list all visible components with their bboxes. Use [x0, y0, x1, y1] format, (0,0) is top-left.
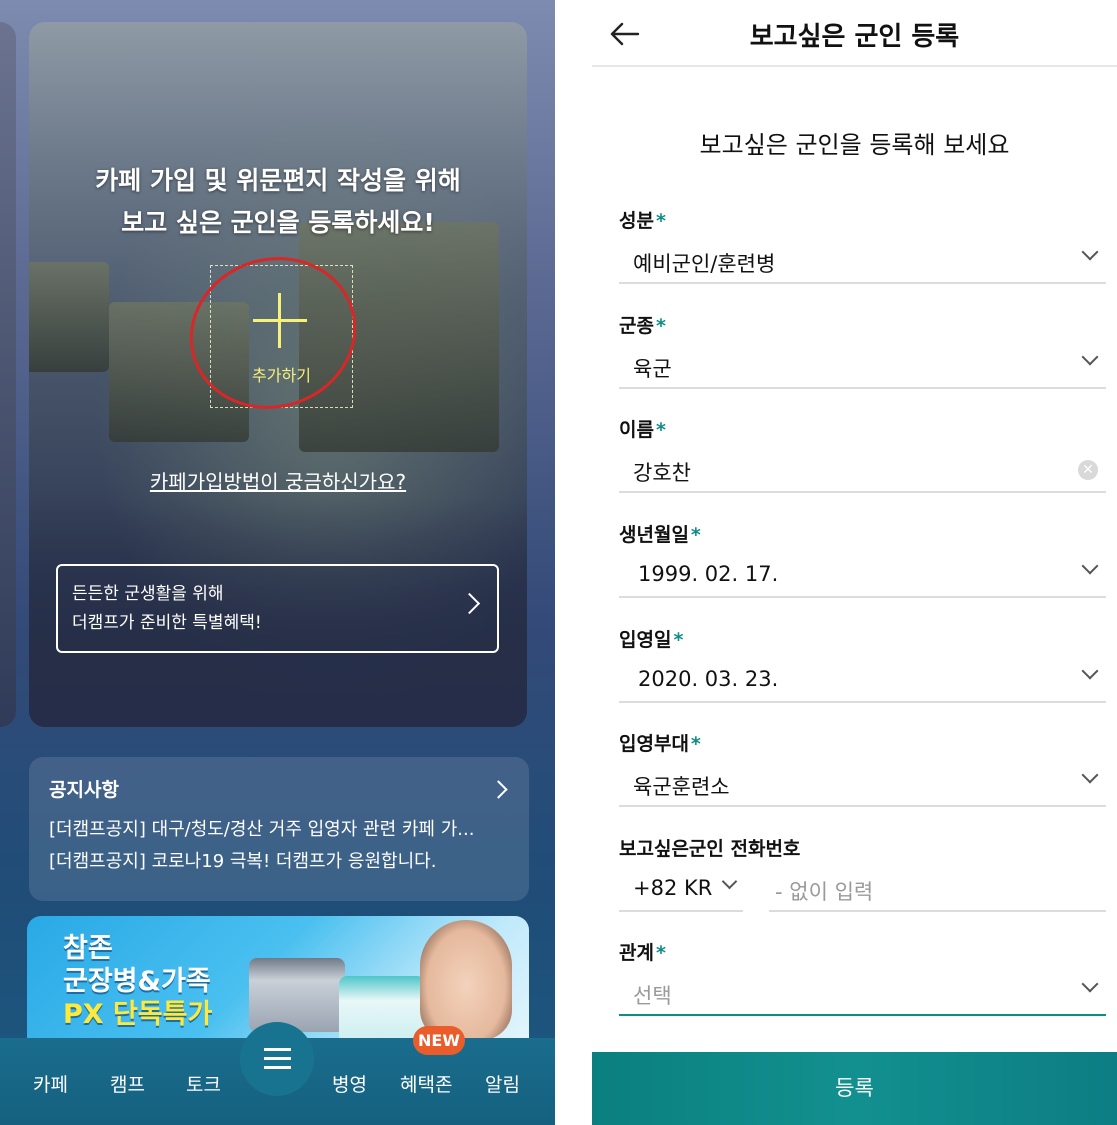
notice-title: 공지사항	[49, 779, 119, 801]
hamburger-icon	[264, 1066, 291, 1069]
branch-value: 육군	[633, 357, 672, 381]
register-soldier-card: 카페 가입 및 위문편지 작성을 위해 보고 싶은 군인을 등록하세요! 추가하…	[29, 22, 527, 727]
field-label: 성분 *	[619, 210, 666, 232]
status-value: 예비군인/훈련병	[633, 252, 776, 276]
ad-line1: 참존	[63, 933, 113, 964]
enlist-date-select[interactable]: 2020. 03. 23.	[619, 657, 1106, 703]
benefit-line2: 더캠프가 준비한 특별혜택!	[72, 613, 262, 633]
birth-date-select[interactable]: 1999. 02. 17.	[619, 552, 1106, 598]
phone-input[interactable]: - 없이 입력	[769, 866, 1106, 912]
relation-field: 관계 * 선택	[619, 938, 1106, 1016]
status-select[interactable]: 예비군인/훈련병	[619, 238, 1106, 284]
enlist-date-value: 2020. 03. 23.	[638, 667, 779, 691]
nav-benefits[interactable]: 혜택존	[400, 1070, 452, 1097]
relation-select[interactable]: 선택	[619, 970, 1106, 1016]
unit-field: 입영부대 * 육군훈련소	[619, 729, 1106, 807]
branch-select[interactable]: 육군	[619, 343, 1106, 389]
nav-cafe[interactable]: 카페	[33, 1070, 68, 1097]
status-field: 성분 * 예비군인/훈련병	[619, 206, 1106, 284]
chevron-down-icon	[1081, 243, 1099, 261]
hamburger-icon	[264, 1057, 291, 1060]
nav-camp[interactable]: 캠프	[110, 1070, 145, 1097]
birth-field: 생년월일 * 1999. 02. 17.	[619, 520, 1106, 598]
ad-line2: 군장병&가족	[63, 966, 211, 997]
field-label: 군종 *	[619, 315, 666, 337]
name-input[interactable]: 강호찬 ✕	[619, 447, 1106, 493]
field-label: 생년월일 *	[619, 524, 701, 546]
clear-icon[interactable]: ✕	[1078, 460, 1098, 480]
field-label: 관계 *	[619, 942, 666, 964]
chevron-down-icon	[721, 873, 738, 890]
name-field: 이름 * 강호찬 ✕	[619, 415, 1106, 493]
benefit-banner-button[interactable]: 든든한 군생활을 위해 더캠프가 준비한 특별혜택!	[56, 564, 499, 653]
country-code-value: +82 KR	[633, 876, 713, 900]
relation-placeholder: 선택	[633, 984, 672, 1008]
cafe-home-screen: 카페 가입 및 위문편지 작성을 위해 보고 싶은 군인을 등록하세요! 추가하…	[0, 0, 555, 1125]
phone-field: 보고싶은군인 전화번호 +82 KR - 없이 입력	[619, 834, 1106, 912]
chevron-down-icon	[1081, 766, 1099, 784]
field-label: 입영일 *	[619, 629, 684, 651]
notice-item[interactable]: [더캠프공지] 코로나19 극복! 더캠프가 응원합니다.	[49, 846, 509, 878]
submit-button[interactable]: 등록	[592, 1052, 1117, 1125]
hero-title: 카페 가입 및 위문편지 작성을 위해 보고 싶은 군인을 등록하세요!	[29, 160, 527, 244]
ad-line3: PX 단독특가	[63, 999, 213, 1030]
hero-title-line1: 카페 가입 및 위문편지 작성을 위해	[95, 166, 461, 195]
join-help-link[interactable]: 카페가입방법이 궁금하신가요?	[29, 466, 527, 495]
notice-card[interactable]: 공지사항 [더캠프공지] 대구/청도/경산 거주 입영자 관련 카페 가... …	[29, 757, 529, 901]
hero-title-line2: 보고 싶은 군인을 등록하세요!	[121, 208, 435, 237]
hamburger-icon	[264, 1048, 291, 1051]
ad-text: 참존 군장병&가족 PX 단독특가	[63, 932, 212, 1031]
notice-item[interactable]: [더캠프공지] 대구/청도/경산 거주 입영자 관련 카페 가...	[49, 814, 509, 846]
chevron-down-icon	[1081, 975, 1099, 993]
page-title: 보고싶은 군인 등록	[749, 22, 960, 52]
benefit-line1: 든든한 군생활을 위해	[72, 584, 224, 604]
chevron-down-icon	[1081, 348, 1099, 366]
chevron-down-icon	[1081, 557, 1099, 575]
phone-placeholder: - 없이 입력	[775, 880, 874, 904]
field-label: 보고싶은군인 전화번호	[619, 838, 801, 860]
register-soldier-screen: 보고싶은 군인 등록 보고싶은 군인을 등록해 보세요 성분 * 예비군인/훈련병…	[592, 0, 1117, 1125]
branch-field: 군종 * 육군	[619, 311, 1106, 389]
page-subtitle: 보고싶은 군인을 등록해 보세요	[699, 131, 1010, 159]
header: 보고싶은 군인 등록	[592, 0, 1117, 67]
background-tank-image	[29, 262, 109, 372]
field-label: 입영부대 *	[619, 733, 701, 755]
nav-barracks[interactable]: 병영	[332, 1070, 367, 1097]
nav-talk[interactable]: 토크	[186, 1070, 221, 1097]
nav-notifications[interactable]: 알림	[485, 1070, 520, 1097]
previous-card-peek[interactable]	[0, 22, 16, 727]
new-badge: NEW	[413, 1026, 465, 1055]
country-code-select[interactable]: +82 KR	[619, 866, 743, 912]
unit-value: 육군훈련소	[633, 775, 730, 799]
field-label: 이름 *	[619, 419, 666, 441]
name-value: 강호찬	[633, 461, 691, 485]
model-photo	[420, 920, 512, 1040]
menu-button[interactable]	[240, 1022, 314, 1096]
cream-jar-image	[249, 958, 345, 1032]
enlist-date-field: 입영일 * 2020. 03. 23.	[619, 625, 1106, 703]
unit-select[interactable]: 육군훈련소	[619, 761, 1106, 807]
cream-jar-image	[339, 976, 425, 1046]
birth-value: 1999. 02. 17.	[638, 562, 779, 586]
chevron-down-icon	[1081, 662, 1099, 680]
